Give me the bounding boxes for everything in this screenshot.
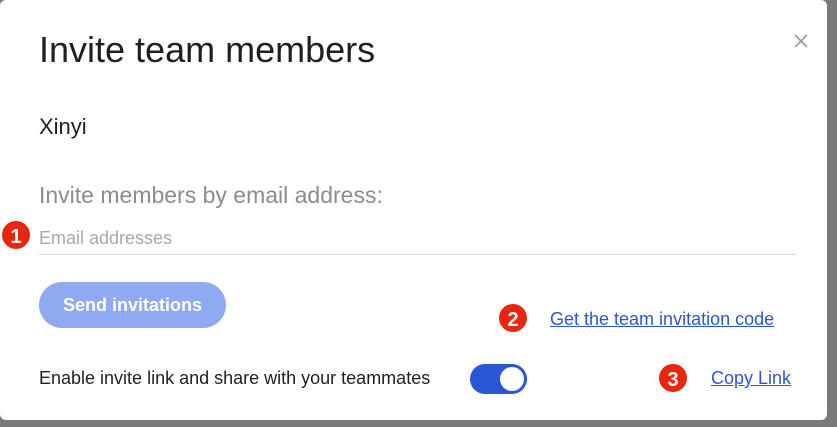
annotation-marker-1: 1 — [0, 219, 32, 251]
close-icon[interactable] — [792, 32, 810, 50]
email-addresses-input[interactable] — [39, 222, 797, 255]
dialog-title: Invite team members — [39, 29, 376, 70]
get-invitation-code-link[interactable]: Get the team invitation code — [550, 308, 774, 330]
toggle-knob — [500, 367, 524, 391]
annotation-marker-3: 3 — [657, 362, 689, 394]
invite-link-toggle-label: Enable invite link and share with your t… — [39, 368, 431, 388]
email-section-label: Invite members by email address: — [39, 182, 383, 208]
send-invitations-button[interactable]: Send invitations — [39, 282, 226, 328]
invite-dialog: Invite team members Xinyi Invite members… — [0, 0, 827, 420]
invite-link-toggle[interactable] — [470, 364, 527, 394]
annotation-marker-2: 2 — [497, 302, 529, 334]
team-name: Xinyi — [39, 114, 87, 139]
copy-link-link[interactable]: Copy Link — [711, 367, 791, 389]
